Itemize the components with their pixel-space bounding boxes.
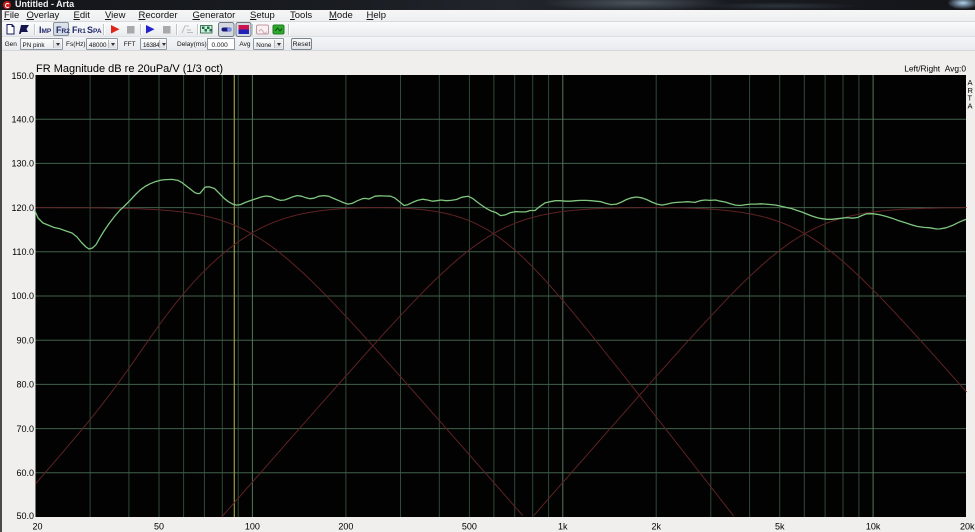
svg-text:20k: 20k xyxy=(960,522,975,532)
svg-text:60.0: 60.0 xyxy=(16,468,34,478)
svg-text:70.0: 70.0 xyxy=(16,424,34,434)
svg-text:80.0: 80.0 xyxy=(16,380,34,390)
svg-text:Left/Right Avg:0: Left/Right Avg:0 xyxy=(904,64,966,74)
svg-text:150.0: 150.0 xyxy=(11,71,34,81)
svg-text:120.0: 120.0 xyxy=(11,203,34,213)
svg-text:10k: 10k xyxy=(866,522,881,532)
svg-text:130.0: 130.0 xyxy=(11,159,34,169)
svg-text:50.0: 50.0 xyxy=(16,511,34,521)
svg-text:FR Magnitude dB re 20uPa/V (1/: FR Magnitude dB re 20uPa/V (1/3 oct) xyxy=(36,63,223,75)
svg-text:1k: 1k xyxy=(558,522,568,532)
svg-text:5k: 5k xyxy=(775,522,785,532)
svg-text:2k: 2k xyxy=(651,522,661,532)
svg-text:20: 20 xyxy=(32,522,42,532)
svg-text:50: 50 xyxy=(154,522,164,532)
svg-text:110.0: 110.0 xyxy=(12,247,34,257)
svg-text:200: 200 xyxy=(338,522,353,532)
svg-text:500: 500 xyxy=(462,522,477,532)
svg-text:100: 100 xyxy=(245,522,260,532)
svg-text:A: A xyxy=(968,101,973,110)
svg-text:90.0: 90.0 xyxy=(16,335,34,345)
svg-text:100.0: 100.0 xyxy=(11,291,34,301)
svg-text:140.0: 140.0 xyxy=(11,114,34,124)
